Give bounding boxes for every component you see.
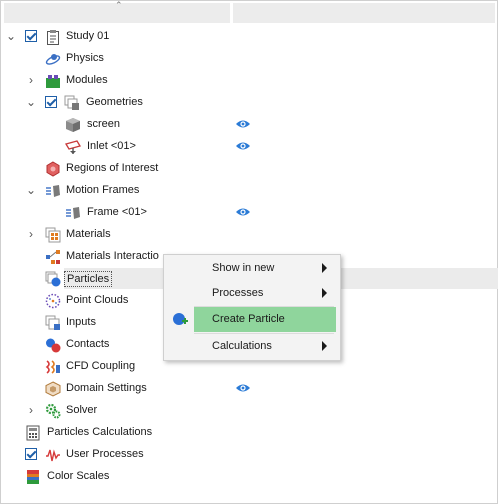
checkbox[interactable] — [25, 30, 37, 42]
geometries-icon — [64, 95, 79, 110]
tree-item-color-scales[interactable]: Color Scales — [0, 466, 498, 488]
hexagon-icon — [46, 161, 60, 177]
inputs-icon — [45, 315, 60, 330]
tree-item-solver[interactable]: › Solver — [0, 400, 498, 422]
tree-item-screen[interactable]: screen — [0, 114, 498, 136]
tree-item-label: CFD Coupling — [66, 360, 136, 372]
tree-item-regions[interactable]: Regions of Interest — [0, 158, 498, 180]
column-header: ⌃ — [1, 0, 497, 24]
tree-item-motion-frames[interactable]: ⌄ Motion Frames — [0, 180, 498, 202]
checkbox[interactable] — [25, 448, 37, 460]
tree-item-label: Materials — [66, 228, 111, 240]
tree-item-inlet[interactable]: Inlet <01> — [0, 136, 498, 158]
particles-icon — [45, 271, 61, 287]
eye-icon[interactable] — [235, 140, 251, 152]
tree-item-materials[interactable]: › Materials — [0, 224, 498, 246]
cube-icon — [66, 118, 80, 132]
add-particle-icon — [173, 313, 188, 325]
chevron-right-icon[interactable]: › — [25, 227, 37, 241]
sort-ascending-icon: ⌃ — [115, 0, 123, 10]
tree-item-geometries[interactable]: ⌄ Geometries — [0, 92, 498, 114]
column-header-name[interactable]: ⌃ — [4, 0, 230, 23]
tree-item-user-processes[interactable]: User Processes — [0, 444, 498, 466]
chevron-right-icon[interactable]: › — [25, 73, 37, 87]
menu-item-label: Processes — [212, 287, 264, 299]
frame-icon — [66, 207, 80, 219]
tree-item-label: User Processes — [66, 448, 144, 460]
eye-icon[interactable] — [235, 206, 251, 218]
menu-item-calculations[interactable]: Calculations — [166, 334, 336, 359]
puzzle-icon — [46, 75, 60, 88]
tree-item-label: Motion Frames — [66, 184, 140, 196]
clipboard-icon — [47, 30, 59, 45]
tree-item-label: Geometries — [86, 96, 143, 108]
contacts-icon — [46, 338, 61, 353]
tree-item-label: Physics — [66, 52, 104, 64]
column-header-visibility[interactable] — [233, 3, 495, 23]
cfd-icon — [45, 360, 60, 374]
chevron-right-icon[interactable]: › — [25, 403, 37, 417]
submenu-arrow-icon — [322, 263, 327, 273]
tree-item-label: Modules — [66, 74, 108, 86]
tree-item-label: Inputs — [66, 316, 96, 328]
tree-item-particles-calculations[interactable]: Particles Calculations — [0, 422, 498, 444]
color-scale-icon — [27, 470, 39, 484]
checkbox[interactable] — [45, 96, 57, 108]
menu-item-show-in-new[interactable]: Show in new — [166, 256, 336, 281]
calculator-icon — [26, 425, 40, 441]
materials-interaction-icon — [46, 250, 60, 264]
tree-item-modules[interactable]: › Modules — [0, 70, 498, 92]
materials-icon — [45, 227, 61, 243]
chevron-down-icon[interactable]: ⌄ — [25, 183, 37, 197]
menu-item-label: Calculations — [212, 340, 272, 352]
tree-item-label: Domain Settings — [66, 382, 147, 394]
tree-item-physics[interactable]: Physics — [0, 48, 498, 70]
tree-item-label: screen — [87, 118, 121, 130]
inlet-icon — [65, 140, 81, 154]
domain-icon — [45, 381, 61, 397]
tree-item-label: Particles — [64, 271, 113, 287]
point-cloud-icon — [45, 293, 61, 309]
tree-item-label: Particles Calculations — [47, 426, 153, 438]
physics-icon — [45, 54, 61, 65]
gears-icon — [45, 403, 61, 419]
tree-item-label: Inlet <01> — [87, 140, 136, 152]
tree-item-label: Color Scales — [47, 470, 110, 482]
tree-item-label: Contacts — [66, 338, 110, 350]
tree-item-label: Frame <01> — [87, 206, 147, 218]
chevron-down-icon[interactable]: ⌄ — [5, 29, 17, 43]
context-menu: Show in new Processes Create Particle Ca… — [163, 254, 341, 361]
menu-item-processes[interactable]: Processes — [166, 281, 336, 306]
tree-item-label: Materials Interactio — [66, 250, 159, 262]
submenu-arrow-icon — [322, 288, 327, 298]
tree-item-frame[interactable]: Frame <01> — [0, 202, 498, 224]
tree-item-label: Study 01 — [66, 30, 110, 42]
tree-item-label: Regions of Interest — [66, 162, 159, 174]
eye-icon[interactable] — [235, 118, 251, 130]
eye-icon[interactable] — [235, 382, 251, 394]
submenu-arrow-icon — [322, 341, 327, 351]
tree-item-domain-settings[interactable]: Domain Settings — [0, 378, 498, 400]
motion-frame-icon — [46, 185, 60, 197]
tree-item-study[interactable]: ⌄ Study 01 — [0, 26, 498, 48]
waveform-icon — [46, 449, 60, 462]
tree-item-label: Solver — [66, 404, 98, 416]
menu-item-label: Show in new — [212, 262, 275, 274]
menu-item-create-particle[interactable]: Create Particle — [166, 307, 336, 332]
chevron-down-icon[interactable]: ⌄ — [25, 95, 37, 109]
tree-item-label: Point Clouds — [66, 294, 129, 306]
menu-item-label: Create Particle — [212, 313, 285, 325]
